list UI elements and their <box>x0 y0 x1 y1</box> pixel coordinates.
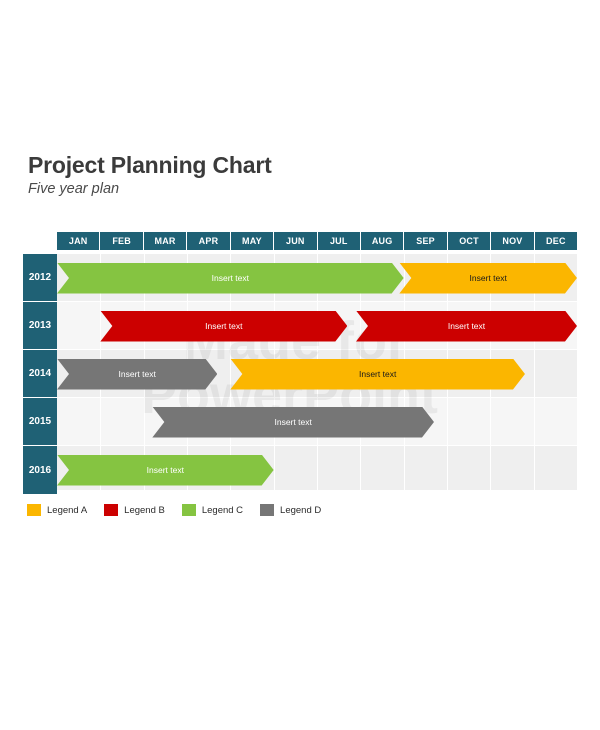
month-header-feb: FEB <box>100 232 144 250</box>
month-header-dec: DEC <box>534 232 578 250</box>
task-bar-label: Insert text <box>205 321 243 331</box>
legend-item-legend-d[interactable]: Legend D <box>260 504 321 516</box>
year-label-column: 2012 2013 2014 2015 2016 <box>23 254 57 494</box>
legend-item-legend-a[interactable]: Legend A <box>27 504 87 516</box>
task-bar-label: Insert text <box>469 273 507 283</box>
year-label-2012: 2012 <box>23 254 57 302</box>
year-label-2016: 2016 <box>23 446 57 494</box>
legend-label: Legend B <box>124 504 165 516</box>
task-bar[interactable]: Insert text <box>100 311 347 342</box>
page-title: Project Planning Chart <box>28 152 272 178</box>
chart-legend: Legend A Legend B Legend C Legend D <box>27 504 338 516</box>
legend-label: Legend C <box>201 504 244 516</box>
month-header-jun: JUN <box>274 232 318 250</box>
title-block: Project Planning Chart Five year plan <box>28 152 548 197</box>
legend-item-legend-b[interactable]: Legend B <box>104 504 165 516</box>
month-header-may: MAY <box>230 232 275 250</box>
task-bar[interactable]: Insert text <box>356 311 577 342</box>
month-header-nov: NOV <box>491 232 535 250</box>
legend-item-legend-c[interactable]: Legend C <box>181 504 244 516</box>
task-bar[interactable]: Insert text <box>57 263 404 294</box>
task-bar-label: Insert text <box>211 273 249 283</box>
gantt-chart: Made for PowerPoint JANFEBMARAPRMAYJUNJU… <box>23 232 578 494</box>
month-header-mar: MAR <box>143 232 188 250</box>
row-separator <box>57 493 577 494</box>
page-subtitle: Five year plan <box>28 181 120 198</box>
month-header-jul: JUL <box>317 232 361 250</box>
month-header-apr: APR <box>187 232 231 250</box>
task-bar[interactable]: Insert text <box>399 263 577 294</box>
task-bar-label: Insert text <box>447 321 486 331</box>
task-bar[interactable]: Insert text <box>230 359 525 390</box>
month-header-jan: JAN <box>57 232 101 250</box>
task-bar-label: Insert text <box>358 369 397 379</box>
month-header-oct: OCT <box>447 232 492 250</box>
legend-swatch <box>104 504 119 516</box>
legend-label: Legend D <box>280 504 322 516</box>
legend-label: Legend A <box>47 504 88 516</box>
legend-swatch <box>27 504 41 516</box>
task-bar-label: Insert text <box>274 417 312 427</box>
task-bar[interactable]: Insert text <box>57 455 274 486</box>
year-label-2013: 2013 <box>23 302 57 350</box>
task-bar[interactable]: Insert text <box>152 407 434 438</box>
slide-canvas: Project Planning Chart Five year plan Ma… <box>0 0 600 730</box>
month-header-row: JAN FEB MAR APR MAY JUN JUL AUG SEP OCT NOV DEC <box>57 232 578 250</box>
task-bar-label: Insert text <box>146 465 184 475</box>
legend-swatch <box>260 504 275 516</box>
month-header-aug: AUG <box>360 232 405 250</box>
legend-swatch <box>181 504 196 516</box>
task-bars-layer: Insert text Insert text Insert text Insert … <box>57 254 577 490</box>
task-bar[interactable]: Insert text <box>57 359 217 390</box>
year-label-2014: 2014 <box>23 350 57 398</box>
month-header-sep: SEP <box>404 232 448 250</box>
year-label-2015: 2015 <box>23 398 57 446</box>
task-bar-label: Insert text <box>118 369 156 379</box>
